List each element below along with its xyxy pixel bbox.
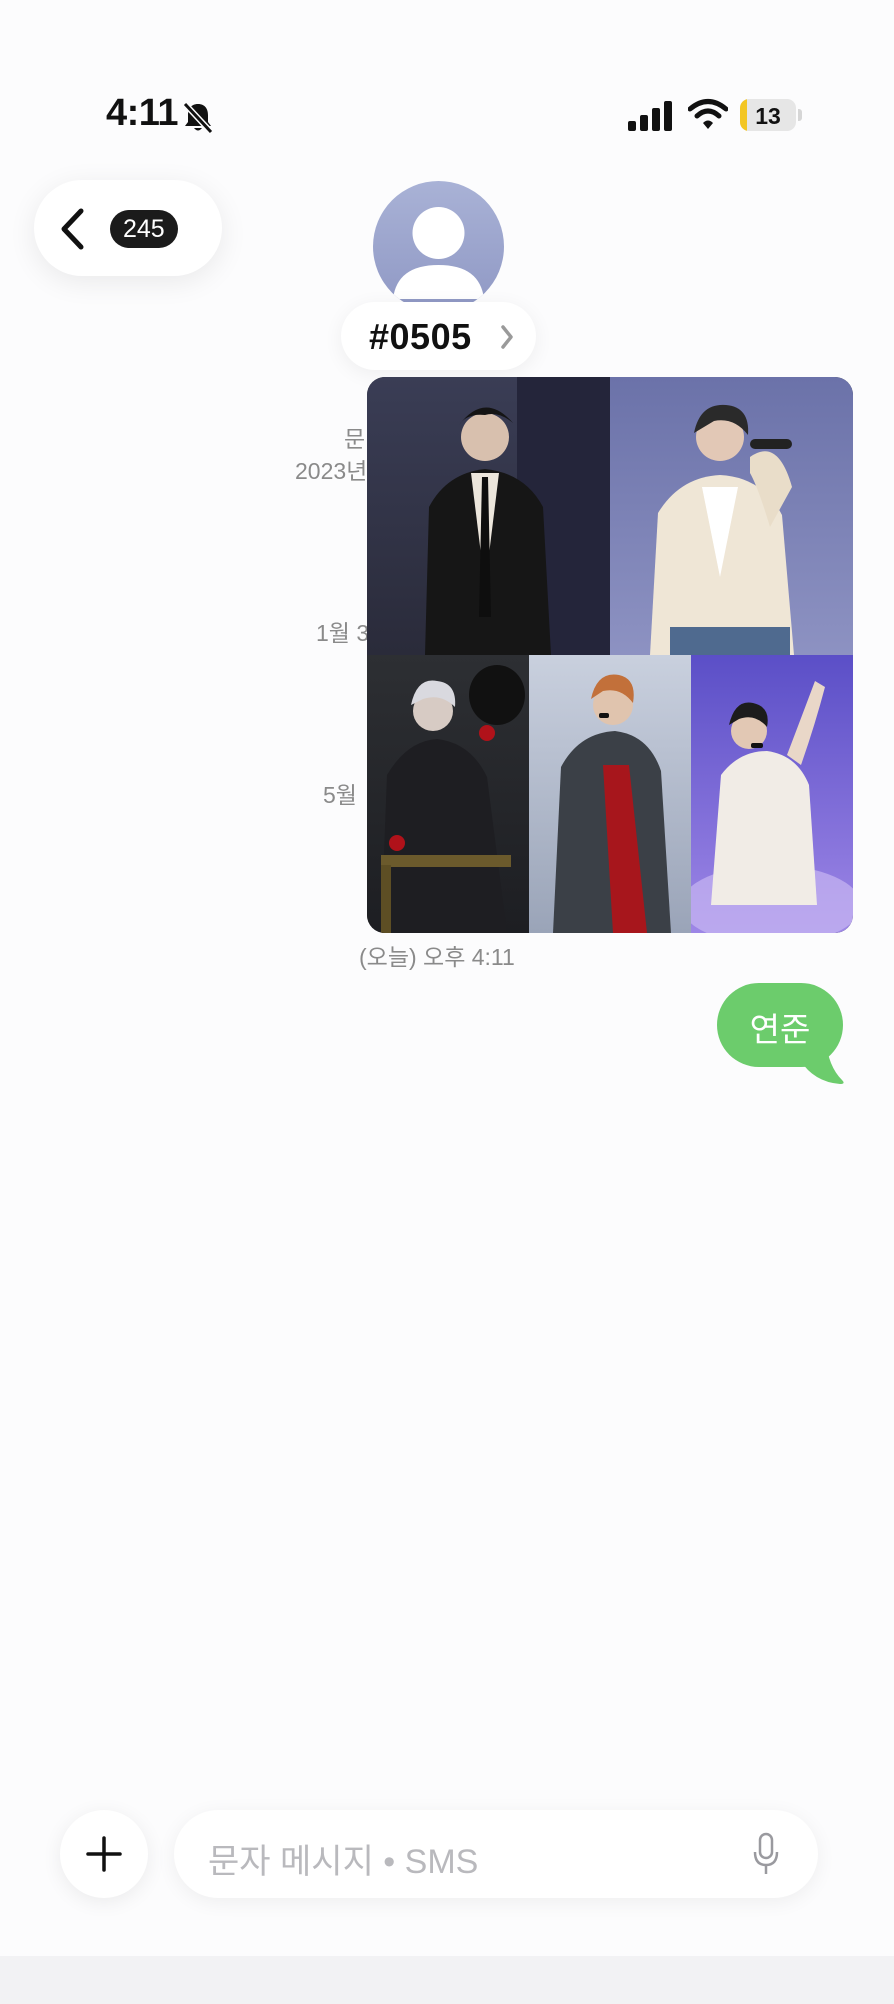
back-button[interactable]: 245 [34,180,222,276]
battery-percent: 13 [755,103,781,129]
add-attachment-button[interactable] [60,1810,148,1898]
history-text: 2023년 [295,458,368,484]
history-text: 문 [344,426,366,452]
performer-photo [425,377,610,655]
signal-icon [628,101,672,131]
contact-name-button[interactable]: #0505 [341,302,536,370]
chevron-right-icon [501,325,513,349]
sent-message-bubble[interactable]: 연준 [717,983,843,1067]
bottom-bar [0,1956,894,2004]
chevron-left-icon [61,208,84,250]
performer-photo [691,681,853,933]
contact-avatar[interactable] [373,181,504,312]
photo-tile[interactable] [367,655,529,933]
plus-icon [86,1836,122,1872]
person-icon [393,207,484,299]
battery-icon: 13 [740,99,796,131]
message-input[interactable]: 문자 메시지 • SMS [174,1810,818,1898]
history-text: 1월 3 [316,620,370,646]
battery-nub [798,109,802,121]
image-attachment-grid[interactable] [367,377,853,933]
performer-photo [381,665,525,933]
unread-count-badge: 245 [110,210,178,248]
contact-name: #0505 [369,316,472,357]
bell-off-icon [182,101,214,135]
photo-tile[interactable] [691,655,853,933]
performer-photo [553,674,671,933]
history-text: 5월 [323,782,357,808]
photo-tile[interactable] [367,377,610,655]
wifi-icon [688,99,728,129]
message-text: 연준 [749,1011,811,1048]
photo-tile[interactable] [610,377,853,655]
photo-tile[interactable] [529,655,691,933]
microphone-icon[interactable] [752,1832,780,1876]
status-time: 4:11 [106,92,178,134]
performer-photo [650,404,794,655]
input-placeholder: 문자 메시지 • SMS [208,1843,479,1881]
message-timestamp: (오늘) 오후 4:11 [359,944,515,970]
